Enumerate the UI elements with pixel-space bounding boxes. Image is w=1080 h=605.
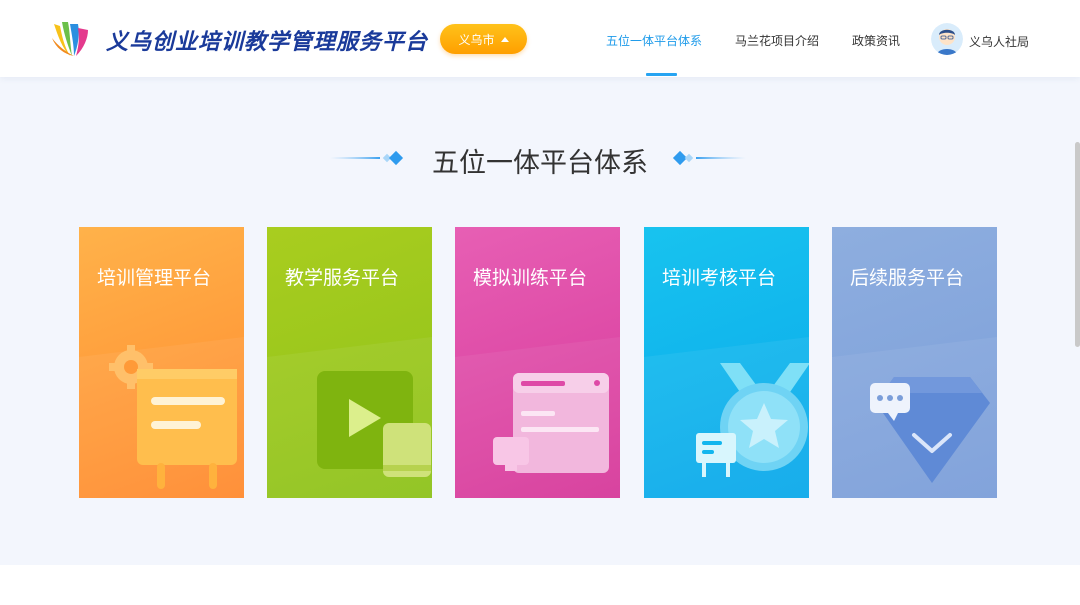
video-play-icon <box>267 337 432 498</box>
nav-active-indicator <box>646 73 677 76</box>
logo-icon[interactable] <box>48 18 96 60</box>
card-training-assessment[interactable]: 培训考核平台 <box>644 227 809 498</box>
section-title: 五位一体平台体系 <box>432 148 648 179</box>
caret-up-icon <box>500 36 509 42</box>
medal-star-icon <box>644 337 809 498</box>
card-label: 教学服务平台 <box>285 267 400 289</box>
page-scrollbar[interactable] <box>1075 142 1080 347</box>
card-simulation-training[interactable]: 模拟训练平台 <box>455 227 620 498</box>
card-label: 培训管理平台 <box>97 267 212 289</box>
nav-item-platform-system[interactable]: 五位一体平台体系 <box>606 32 702 49</box>
city-select-button[interactable]: 义乌市 <box>440 24 527 54</box>
nav-item-policy-news[interactable]: 政策资讯 <box>852 32 900 49</box>
top-header: 义乌创业培训教学管理服务平台 义乌市 五位一体平台体系 马兰花项目介绍 政策资讯… <box>0 0 1080 77</box>
nav-item-malanhua-intro[interactable]: 马兰花项目介绍 <box>735 32 819 49</box>
user-name[interactable]: 义乌人社局 <box>969 33 1029 50</box>
card-training-management[interactable]: 培训管理平台 <box>79 227 244 498</box>
site-title: 义乌创业培训教学管理服务平台 <box>106 30 429 55</box>
card-followup-service[interactable]: 后续服务平台 <box>832 227 997 498</box>
title-right-decoration-icon <box>672 150 746 166</box>
city-select-label: 义乌市 <box>458 32 495 47</box>
avatar[interactable] <box>931 23 963 55</box>
card-label: 后续服务平台 <box>850 267 965 289</box>
card-label: 模拟训练平台 <box>473 267 588 289</box>
page-footer-area <box>0 565 1080 605</box>
card-teaching-service[interactable]: 教学服务平台 <box>267 227 432 498</box>
browser-window-icon <box>455 337 620 498</box>
chat-diamond-icon <box>832 337 997 498</box>
easel-gear-icon <box>79 337 244 498</box>
card-label: 培训考核平台 <box>662 267 777 289</box>
